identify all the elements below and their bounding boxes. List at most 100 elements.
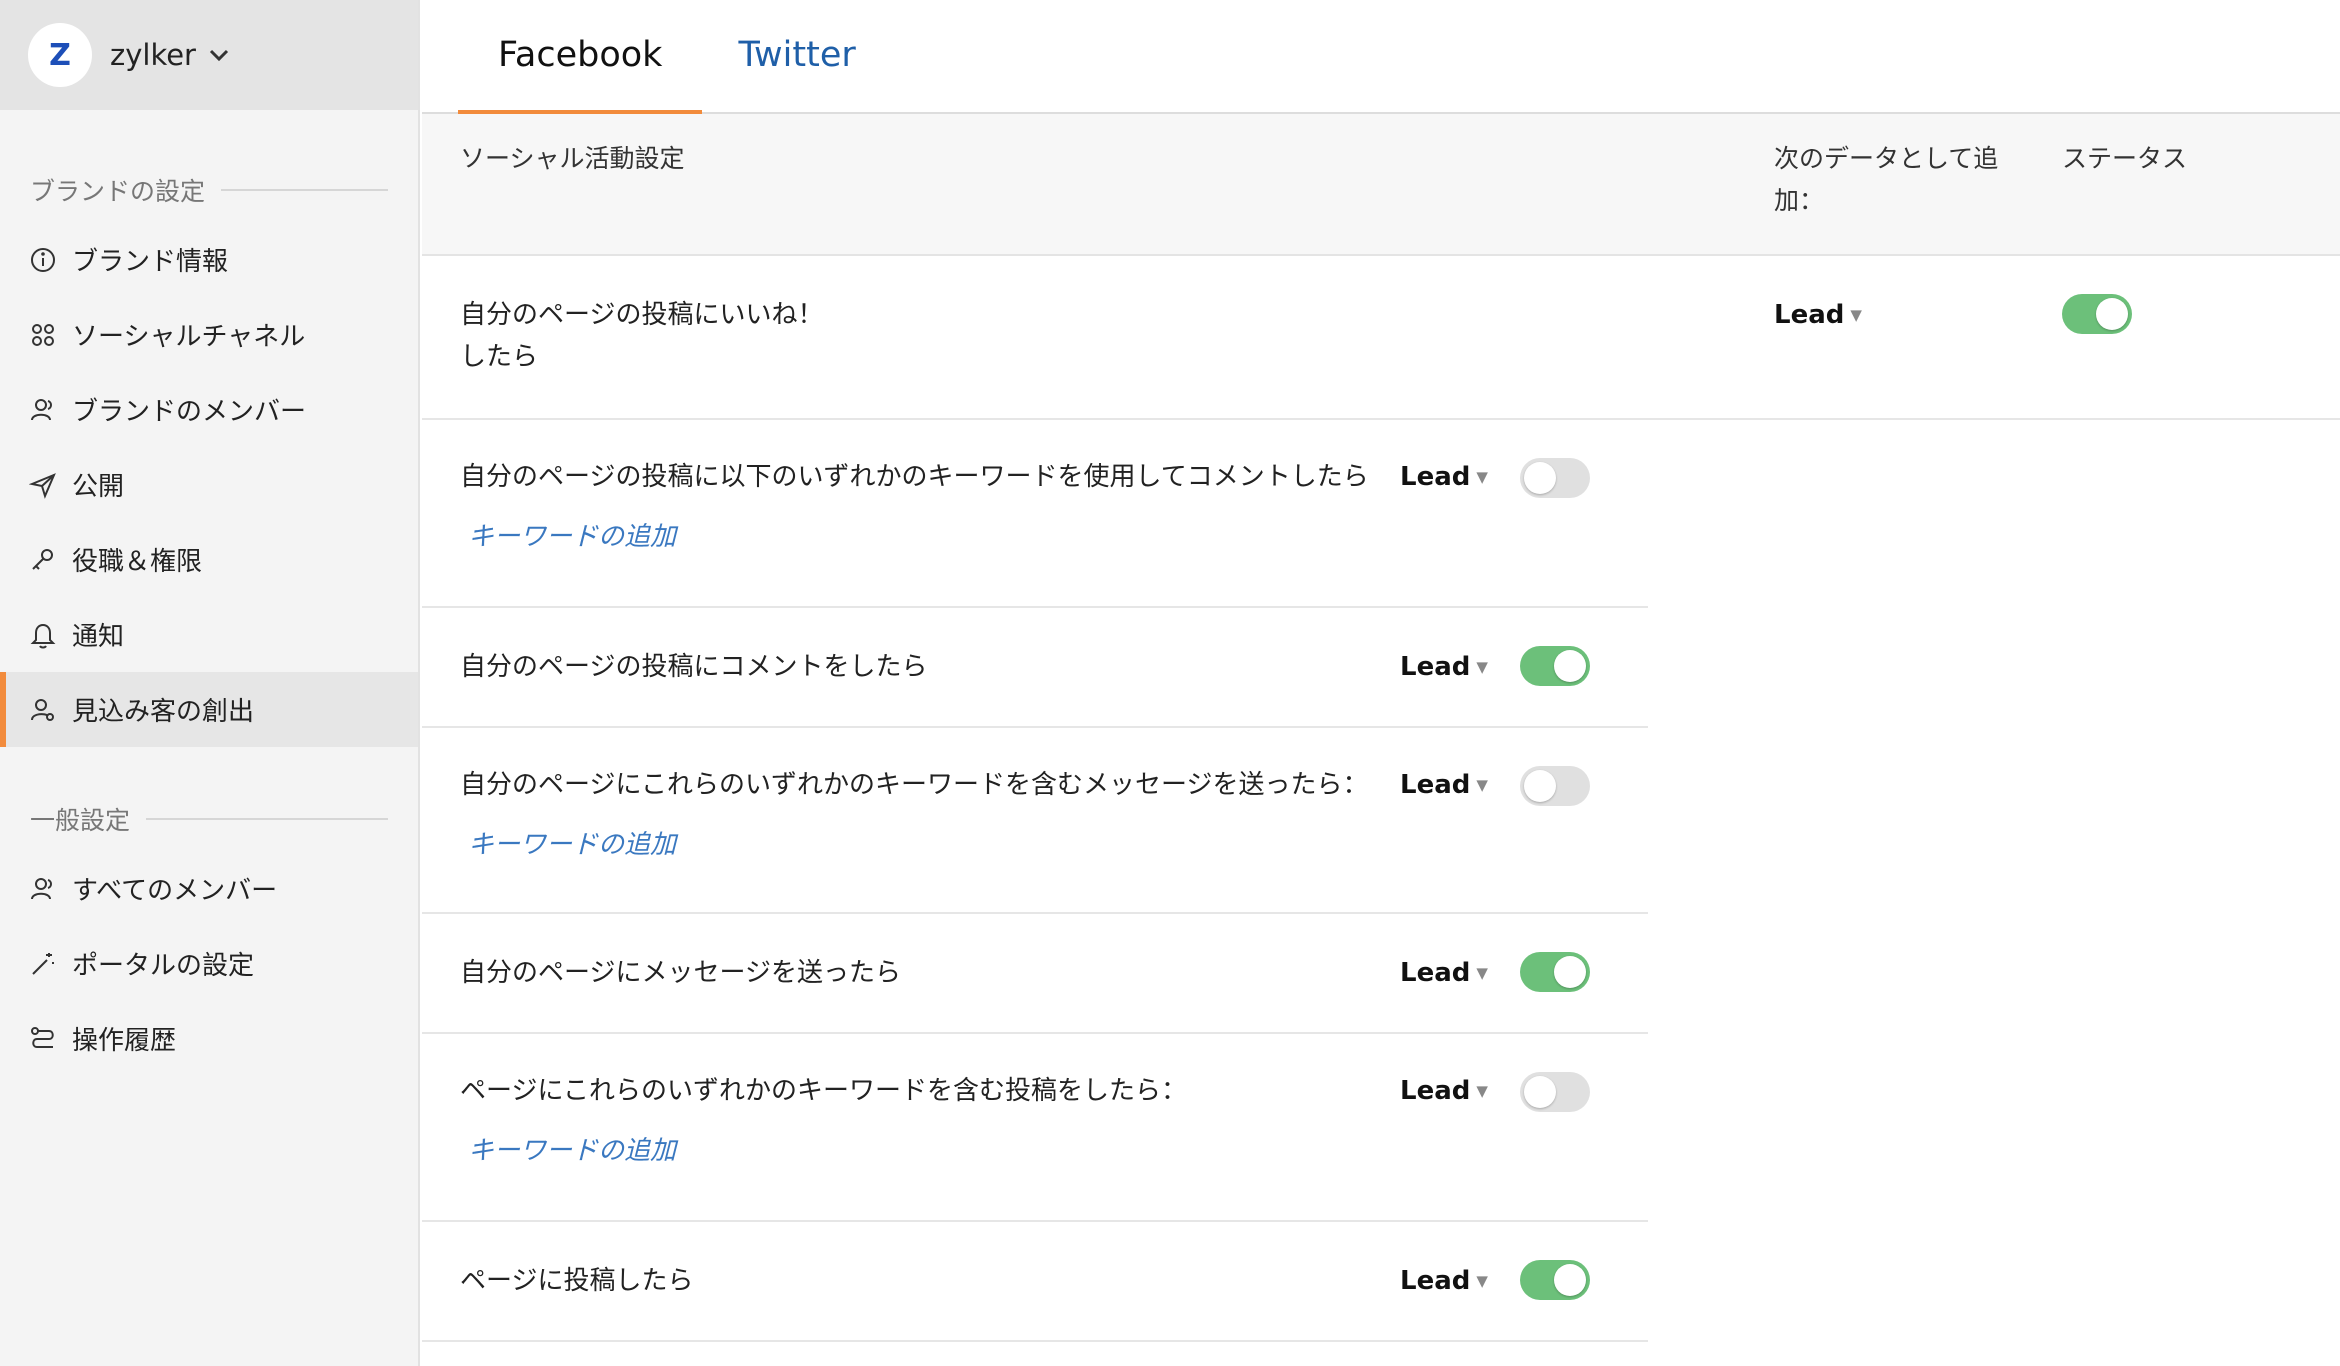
lead-value: Lead (1400, 1266, 1471, 1296)
magic-wand-icon (28, 949, 58, 979)
section-title-brand-settings: ブランドの設定 (30, 172, 388, 208)
tab-facebook[interactable]: Facebook (458, 0, 703, 114)
sidebar-item-brand-members[interactable]: ブランドのメンバー (0, 372, 418, 447)
tab-twitter[interactable]: Twitter (702, 0, 895, 112)
sidebar-item-publish[interactable]: 公開 (0, 447, 418, 522)
row-activity-text: 自分のページにメッセージを送ったら (460, 958, 901, 988)
lead-value: Lead (1400, 1076, 1471, 1106)
table-row: 自分のページにメッセージを送ったら Lead ▼ (422, 914, 1648, 1034)
lead-dropdown[interactable]: Lead ▼ (1400, 770, 1488, 800)
toggle-knob (1524, 1076, 1556, 1108)
members-icon (28, 874, 58, 904)
status-toggle[interactable] (2062, 294, 2132, 334)
row-activity-text: 自分のページの投稿に以下のいずれかのキーワードを使用してコメントしたら (460, 462, 1369, 492)
add-keyword-link[interactable]: キーワードの追加 (468, 516, 676, 553)
info-icon (28, 245, 58, 275)
table-row: ページに投稿したら Lead ▼ (422, 1222, 1648, 1342)
social-channels-icon (28, 320, 58, 350)
table-row: 自分のページにこれらのいずれかのキーワードを含むメッセージを送ったら： キーワー… (422, 728, 1648, 914)
caret-down-icon: ▼ (1476, 1272, 1488, 1290)
sidebar-item-label: ポータルの設定 (72, 951, 255, 981)
status-toggle[interactable] (1520, 766, 1590, 806)
lead-value: Lead (1774, 300, 1845, 330)
status-toggle[interactable] (1520, 1260, 1590, 1300)
sidebar-item-all-members[interactable]: すべてのメンバー (0, 851, 418, 926)
sidebar-item-activity-log[interactable]: 操作履歴 (0, 1001, 418, 1076)
caret-down-icon: ▼ (1476, 776, 1488, 794)
header-add-as-line2: 加： (1774, 186, 1825, 215)
route-icon (28, 1024, 58, 1054)
table-header: ソーシャル活動設定 次のデータとして追 加： ステータス (422, 114, 2340, 256)
row-text-line2: したら (460, 342, 539, 372)
sidebar-item-label: すべてのメンバー (72, 876, 278, 906)
header-status: ステータス (2062, 144, 2188, 173)
caret-down-icon: ▼ (1476, 658, 1488, 676)
brand-name: zylker (110, 38, 196, 72)
divider (146, 818, 388, 820)
lead-value: Lead (1400, 462, 1471, 492)
lead-value: Lead (1400, 958, 1471, 988)
sidebar-item-label: 公開 (72, 472, 125, 502)
table-row: 自分のページの投稿にいいね！ したら Lead ▼ (422, 258, 2340, 420)
status-toggle[interactable] (1520, 458, 1590, 498)
section-title-general-settings: 一般設定 (30, 801, 388, 837)
lead-dropdown[interactable]: Lead ▼ (1400, 462, 1488, 492)
caret-down-icon: ▼ (1476, 964, 1488, 982)
status-toggle[interactable] (1520, 1072, 1590, 1112)
toggle-knob (1554, 956, 1586, 988)
row-activity-text: 自分のページの投稿にいいね！ したら (460, 294, 823, 378)
status-toggle[interactable] (1520, 646, 1590, 686)
sidebar-item-roles[interactable]: 役職＆権限 (0, 522, 418, 597)
header-add-as-line1: 次のデータとして追 (1774, 144, 1999, 173)
main-content: Facebook Twitter ソーシャル活動設定 次のデータとして追 加： … (422, 0, 2340, 1366)
sidebar-item-brand-info[interactable]: ブランド情報 (0, 222, 418, 297)
caret-down-icon: ▼ (1850, 306, 1862, 324)
send-icon (28, 470, 58, 500)
toggle-knob (1554, 650, 1586, 682)
sidebar-item-label: 通知 (72, 622, 125, 652)
section-title-text: ブランドの設定 (30, 177, 206, 206)
members-icon (28, 395, 58, 425)
row-activity-text: ページにこれらのいずれかのキーワードを含む投稿をしたら： (460, 1076, 1187, 1106)
sidebar: Z zylker ブランドの設定 ブランド情報 ソーシャルチャネル ブランドのメ… (0, 0, 420, 1366)
chevron-down-icon (208, 43, 230, 68)
sidebar-item-portal-settings[interactable]: ポータルの設定 (0, 926, 418, 1001)
divider (221, 189, 388, 191)
row-activity-text: ページに投稿したら (460, 1266, 694, 1296)
sidebar-item-social-channels[interactable]: ソーシャルチャネル (0, 297, 418, 372)
add-keyword-link[interactable]: キーワードの追加 (468, 824, 676, 861)
sidebar-item-notifications[interactable]: 通知 (0, 597, 418, 672)
status-toggle[interactable] (1520, 952, 1590, 992)
section-title-text: 一般設定 (30, 806, 131, 835)
header-activity: ソーシャル活動設定 (460, 144, 685, 173)
lead-value: Lead (1400, 652, 1471, 682)
sidebar-item-label: 操作履歴 (72, 1026, 177, 1056)
toggle-knob (2096, 298, 2128, 330)
row-activity-text: 自分のページの投稿にコメントをしたら (460, 652, 928, 682)
toggle-knob (1554, 1264, 1586, 1296)
brand-switcher[interactable]: Z zylker (0, 0, 418, 110)
lead-dropdown[interactable]: Lead ▼ (1400, 652, 1488, 682)
tab-bar: Facebook Twitter (422, 0, 2340, 114)
header-add-as: 次のデータとして追 加： (1774, 138, 1998, 222)
row-activity-text: 自分のページにこれらのいずれかのキーワードを含むメッセージを送ったら： (460, 770, 1369, 800)
table-row: ページにこれらのいずれかのキーワードを含む投稿をしたら： キーワードの追加 Le… (422, 1034, 1648, 1222)
sidebar-item-lead-generation[interactable]: 見込み客の創出 (0, 672, 418, 747)
key-icon (28, 545, 58, 575)
sidebar-item-label: ブランドのメンバー (72, 397, 307, 427)
lead-dropdown[interactable]: Lead ▼ (1400, 1076, 1488, 1106)
add-keyword-link[interactable]: キーワードの追加 (468, 1130, 676, 1167)
lead-dropdown[interactable]: Lead ▼ (1400, 1266, 1488, 1296)
row-text-line1: 自分のページの投稿にいいね！ (460, 300, 824, 330)
toggle-knob (1524, 770, 1556, 802)
sidebar-item-label: 役職＆権限 (72, 547, 203, 577)
lead-user-icon (28, 695, 58, 725)
sidebar-item-label: ブランド情報 (72, 247, 229, 277)
sidebar-item-label: ソーシャルチャネル (72, 322, 306, 352)
app: Z zylker ブランドの設定 ブランド情報 ソーシャルチャネル ブランドのメ… (0, 0, 2340, 1366)
lead-dropdown[interactable]: Lead ▼ (1774, 300, 1862, 330)
lead-dropdown[interactable]: Lead ▼ (1400, 958, 1488, 988)
caret-down-icon: ▼ (1476, 468, 1488, 486)
bell-icon (28, 620, 58, 650)
brand-logo: Z (28, 23, 92, 87)
